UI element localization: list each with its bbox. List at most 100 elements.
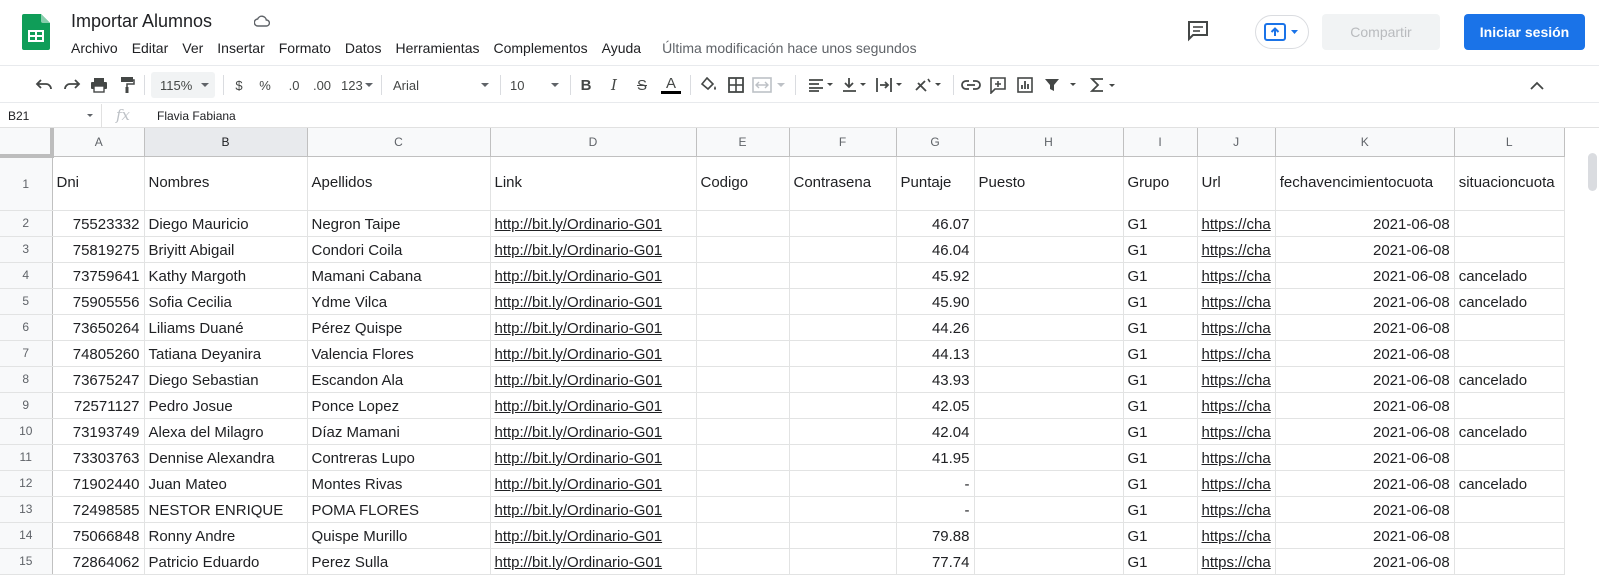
link-cell[interactable]: http://bit.ly/Ordinario-G01	[490, 340, 697, 367]
share-button[interactable]: Compartir	[1322, 14, 1440, 50]
data-cell[interactable]: 46.07	[896, 210, 975, 237]
insert-link-icon[interactable]	[961, 75, 981, 95]
row-header[interactable]: 15	[0, 548, 53, 575]
column-header-c[interactable]: C	[307, 128, 491, 157]
data-cell[interactable]	[1454, 522, 1565, 549]
data-cell[interactable]: 2021-06-08	[1275, 262, 1455, 289]
data-cell[interactable]	[974, 236, 1124, 263]
menu-herramientas[interactable]: Herramientas	[388, 38, 486, 58]
row-header[interactable]: 7	[0, 340, 53, 367]
data-cell[interactable]: G1	[1123, 444, 1198, 471]
comment-history-icon[interactable]	[1186, 20, 1210, 42]
font-family-select[interactable]: Arial	[393, 74, 489, 96]
link-cell[interactable]: https://cha	[1197, 340, 1276, 367]
link-cell[interactable]: https://cha	[1197, 470, 1276, 497]
column-header-l[interactable]: L	[1454, 128, 1565, 157]
data-cell[interactable]: 73675247	[52, 366, 145, 393]
sheets-logo-icon[interactable]	[22, 14, 50, 50]
data-cell[interactable]: 73759641	[52, 262, 145, 289]
menu-datos[interactable]: Datos	[338, 38, 389, 58]
data-cell[interactable]	[696, 444, 790, 471]
data-cell[interactable]	[696, 288, 790, 315]
header-cell[interactable]: Apellidos	[307, 156, 491, 211]
data-cell[interactable]: 42.04	[896, 418, 975, 445]
text-wrap-icon[interactable]	[876, 75, 906, 95]
data-cell[interactable]: Contreras Lupo	[307, 444, 491, 471]
data-cell[interactable]: G1	[1123, 340, 1198, 367]
data-cell[interactable]: 77.74	[896, 548, 975, 575]
bold-icon[interactable]: B	[578, 75, 594, 95]
collapse-toolbar-icon[interactable]	[1527, 75, 1547, 95]
data-cell[interactable]	[696, 366, 790, 393]
data-cell[interactable]	[974, 522, 1124, 549]
data-cell[interactable]: 72498585	[52, 496, 145, 523]
data-cell[interactable]	[696, 340, 790, 367]
data-cell[interactable]: 2021-06-08	[1275, 522, 1455, 549]
more-formats-button[interactable]: 123	[341, 75, 373, 95]
data-cell[interactable]: Diego Mauricio	[144, 210, 308, 237]
print-icon[interactable]	[89, 75, 109, 95]
present-button[interactable]	[1255, 15, 1309, 49]
header-cell[interactable]: Url	[1197, 156, 1276, 211]
link-cell[interactable]: https://cha	[1197, 496, 1276, 523]
column-filter-icon[interactable]	[472, 156, 486, 157]
data-cell[interactable]: Perez Sulla	[307, 548, 491, 575]
data-cell[interactable]	[974, 418, 1124, 445]
data-cell[interactable]: 79.88	[896, 522, 975, 549]
link-cell[interactable]: https://cha	[1197, 522, 1276, 549]
data-cell[interactable]: G1	[1123, 496, 1198, 523]
document-title[interactable]: Importar Alumnos	[71, 11, 212, 32]
data-cell[interactable]: 2021-06-08	[1275, 392, 1455, 419]
percent-format-button[interactable]: %	[258, 75, 272, 95]
data-cell[interactable]	[974, 548, 1124, 575]
menu-archivo[interactable]: Archivo	[64, 38, 125, 58]
data-cell[interactable]	[696, 418, 790, 445]
data-cell[interactable]	[1454, 392, 1565, 419]
link-cell[interactable]: https://cha	[1197, 210, 1276, 237]
link-cell[interactable]: http://bit.ly/Ordinario-G01	[490, 366, 697, 393]
link-cell[interactable]: http://bit.ly/Ordinario-G01	[490, 210, 697, 237]
data-cell[interactable]	[789, 314, 897, 341]
data-cell[interactable]	[974, 470, 1124, 497]
header-cell[interactable]: Nombres	[144, 156, 308, 211]
data-cell[interactable]: Alexa del Milagro	[144, 418, 308, 445]
column-header-a[interactable]: A	[52, 128, 145, 157]
data-cell[interactable]	[1454, 236, 1565, 263]
link-cell[interactable]: https://cha	[1197, 236, 1276, 263]
currency-format-button[interactable]: $	[232, 75, 246, 95]
header-cell[interactable]: Grupo	[1123, 156, 1198, 211]
data-cell[interactable]: Juan Mateo	[144, 470, 308, 497]
header-cell[interactable]: Contrasena	[789, 156, 897, 211]
data-cell[interactable]: 2021-06-08	[1275, 210, 1455, 237]
data-cell[interactable]: 2021-06-08	[1275, 418, 1455, 445]
row-header[interactable]: 4	[0, 262, 53, 289]
data-cell[interactable]	[789, 392, 897, 419]
data-cell[interactable]: Montes Rivas	[307, 470, 491, 497]
data-cell[interactable]	[789, 522, 897, 549]
data-cell[interactable]	[789, 548, 897, 575]
data-cell[interactable]: 2021-06-08	[1275, 340, 1455, 367]
row-header[interactable]: 12	[0, 470, 53, 497]
data-cell[interactable]	[1454, 444, 1565, 471]
data-cell[interactable]: Pedro Josue	[144, 392, 308, 419]
menu-formato[interactable]: Formato	[272, 38, 338, 58]
data-cell[interactable]: cancelado	[1454, 366, 1565, 393]
data-cell[interactable]: G1	[1123, 470, 1198, 497]
row-header[interactable]: 3	[0, 236, 53, 263]
data-cell[interactable]: 2021-06-08	[1275, 496, 1455, 523]
data-cell[interactable]	[789, 496, 897, 523]
data-cell[interactable]	[696, 210, 790, 237]
data-cell[interactable]: 2021-06-08	[1275, 236, 1455, 263]
decrease-decimal-button[interactable]: .0	[284, 75, 304, 95]
data-cell[interactable]: Ponce Lopez	[307, 392, 491, 419]
menu-insertar[interactable]: Insertar	[210, 38, 271, 58]
data-cell[interactable]: Dennise Alexandra	[144, 444, 308, 471]
data-cell[interactable]: 43.93	[896, 366, 975, 393]
data-cell[interactable]	[789, 288, 897, 315]
data-cell[interactable]	[1454, 314, 1565, 341]
font-size-select[interactable]: 10	[510, 74, 562, 96]
data-cell[interactable]: NESTOR ENRIQUE	[144, 496, 308, 523]
data-cell[interactable]: 2021-06-08	[1275, 548, 1455, 575]
data-cell[interactable]	[789, 366, 897, 393]
row-header[interactable]: 2	[0, 210, 53, 237]
